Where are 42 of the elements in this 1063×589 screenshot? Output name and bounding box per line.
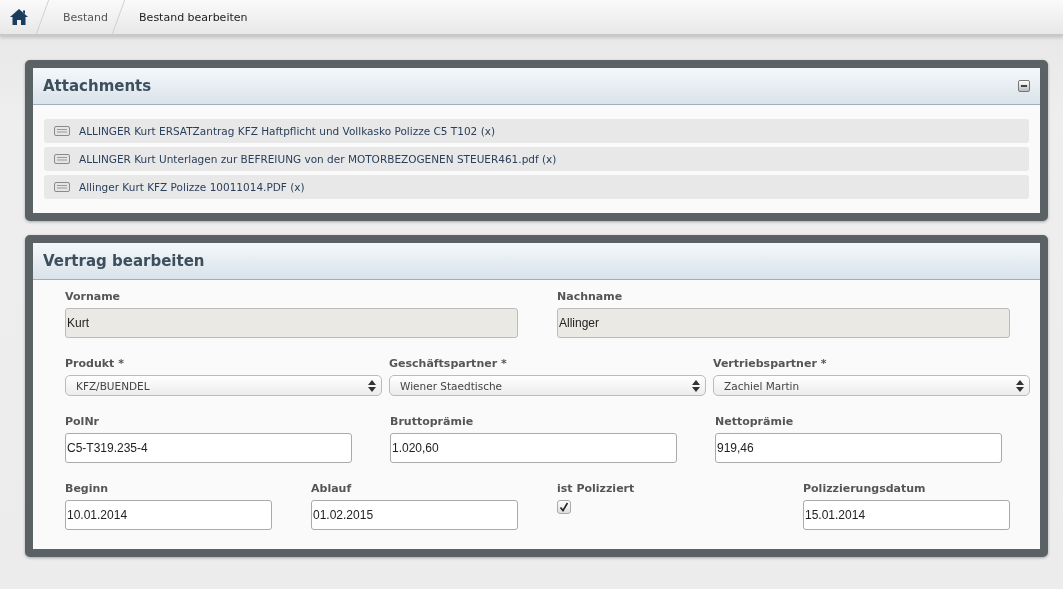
panel-title: Vertrag bearbeiten	[43, 252, 205, 270]
home-icon[interactable]	[10, 9, 28, 25]
input-field[interactable]: C5-T319.235-4	[65, 433, 352, 463]
field-label: Ablauf	[311, 482, 353, 495]
input-field[interactable]: Kurt	[65, 308, 518, 338]
field-label: Geschäftspartner *	[389, 357, 508, 370]
attachment-item[interactable]: Allinger Kurt KFZ Polizze 10011014.PDF (x)	[44, 175, 1029, 199]
input-field[interactable]: Allinger	[557, 308, 1010, 338]
breadcrumb-link[interactable]: Bestand	[43, 10, 119, 24]
field-label: Vorname	[65, 290, 122, 303]
field-label: Produkt *	[65, 357, 125, 370]
field-label: Beginn	[65, 482, 110, 495]
attachment-item[interactable]: ALLINGER Kurt Unterlagen zur BEFREIUNG von der MOTORBEZOGENEN STEUER461.pdf (x)	[44, 147, 1029, 171]
breadcrumb-link[interactable]: Bestand bearbeiten	[119, 10, 258, 24]
attachment-link[interactable]: ALLINGER Kurt Unterlagen zur BEFREIUNG von der MOTORBEZOGENEN STEUER461.pdf (x)	[79, 153, 557, 165]
dropdown[interactable]: KFZ/BUENDEL	[65, 375, 382, 396]
sort-arrows-icon	[368, 379, 376, 392]
field-label: Bruttoprämie	[390, 415, 475, 428]
input-field[interactable]: 15.01.2014	[803, 500, 1010, 530]
drive-icon	[54, 182, 70, 192]
field-label: PolNr	[65, 415, 101, 428]
drive-icon	[54, 154, 70, 164]
sort-arrows-icon	[1016, 379, 1024, 392]
field-label: ist Polizziert	[557, 482, 636, 495]
input-field[interactable]: 1.020,60	[390, 433, 677, 463]
attachment-item[interactable]: ALLINGER Kurt ERSATZantrag KFZ Haftpflicht und Vollkasko Polizze C5 T102 (x)	[44, 119, 1029, 143]
input-field[interactable]: 10.01.2014	[65, 500, 272, 530]
checkbox[interactable]	[557, 500, 571, 514]
drive-icon	[54, 126, 70, 136]
panel-title: Attachments	[43, 77, 152, 95]
sort-arrows-icon	[692, 379, 700, 392]
dropdown[interactable]: Zachiel Martin	[713, 375, 1030, 396]
field-label: Vertriebspartner *	[713, 357, 828, 370]
attachment-link[interactable]: Allinger Kurt KFZ Polizze 10011014.PDF (x)	[79, 181, 305, 193]
field-label: Nachname	[557, 290, 624, 303]
input-field[interactable]: 01.02.2015	[311, 500, 518, 530]
field-label: Polizzierungsdatum	[803, 482, 927, 495]
attachment-link[interactable]: ALLINGER Kurt ERSATZantrag KFZ Haftpflicht und Vollkasko Polizze C5 T102 (x)	[79, 125, 496, 137]
dropdown[interactable]: Wiener Staedtische	[389, 375, 706, 396]
field-label: Nettoprämie	[715, 415, 795, 428]
input-field[interactable]: 919,46	[715, 433, 1002, 463]
collapse-icon[interactable]	[1018, 80, 1030, 92]
